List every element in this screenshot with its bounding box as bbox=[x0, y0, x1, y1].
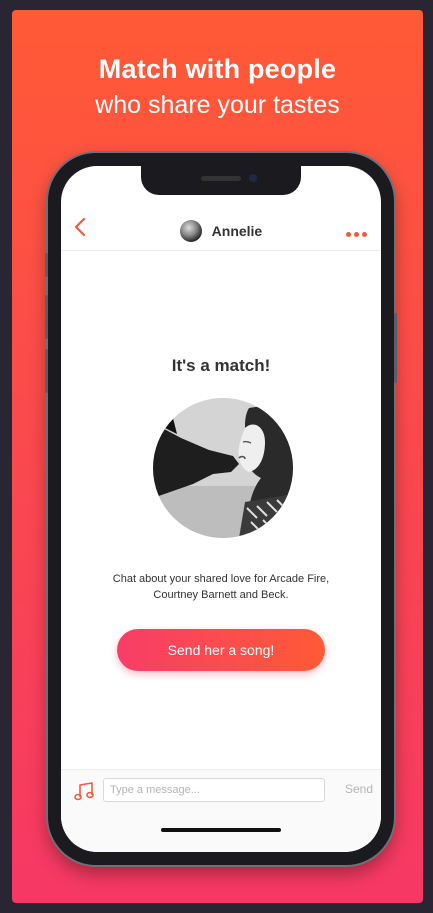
send-song-button[interactable]: Send her a song! bbox=[117, 629, 325, 671]
phone-volume-up bbox=[45, 295, 48, 339]
headline-line-1: Match with people bbox=[98, 54, 337, 84]
match-photo bbox=[153, 398, 293, 538]
front-camera bbox=[249, 174, 257, 182]
chat-partner-name: Annelie bbox=[211, 223, 263, 239]
avatar bbox=[179, 220, 202, 242]
chat-partner[interactable]: Annelie bbox=[61, 220, 381, 242]
match-description: Chat about your shared love for Arcade F… bbox=[112, 573, 330, 601]
message-input[interactable] bbox=[103, 778, 325, 802]
send-button[interactable]: Send bbox=[345, 782, 373, 796]
match-title: It's a match! bbox=[171, 356, 271, 375]
music-note-icon bbox=[74, 782, 94, 801]
music-button[interactable] bbox=[73, 780, 95, 807]
promo-background: Match with people who share your tastes bbox=[12, 10, 423, 903]
match-photo-image bbox=[153, 398, 293, 538]
phone-notch bbox=[141, 166, 301, 195]
chat-nav-bar: Annelie bbox=[61, 210, 381, 251]
home-indicator[interactable] bbox=[161, 828, 281, 832]
speaker-grille bbox=[201, 176, 241, 181]
more-options-button[interactable] bbox=[343, 224, 367, 242]
phone-frame: Annelie It's a match! Chat about your sh… bbox=[45, 153, 397, 865]
phone-power-button bbox=[394, 313, 397, 383]
phone-volume-down bbox=[45, 349, 48, 393]
more-dots-icon bbox=[343, 224, 367, 241]
promo-headline: Match with people who share your tastes bbox=[12, 54, 423, 120]
message-composer: Send bbox=[61, 769, 381, 852]
phone-screen: Annelie It's a match! Chat about your sh… bbox=[61, 166, 381, 852]
phone-mute-switch bbox=[45, 253, 48, 277]
headline-line-2: who share your tastes bbox=[95, 91, 340, 119]
